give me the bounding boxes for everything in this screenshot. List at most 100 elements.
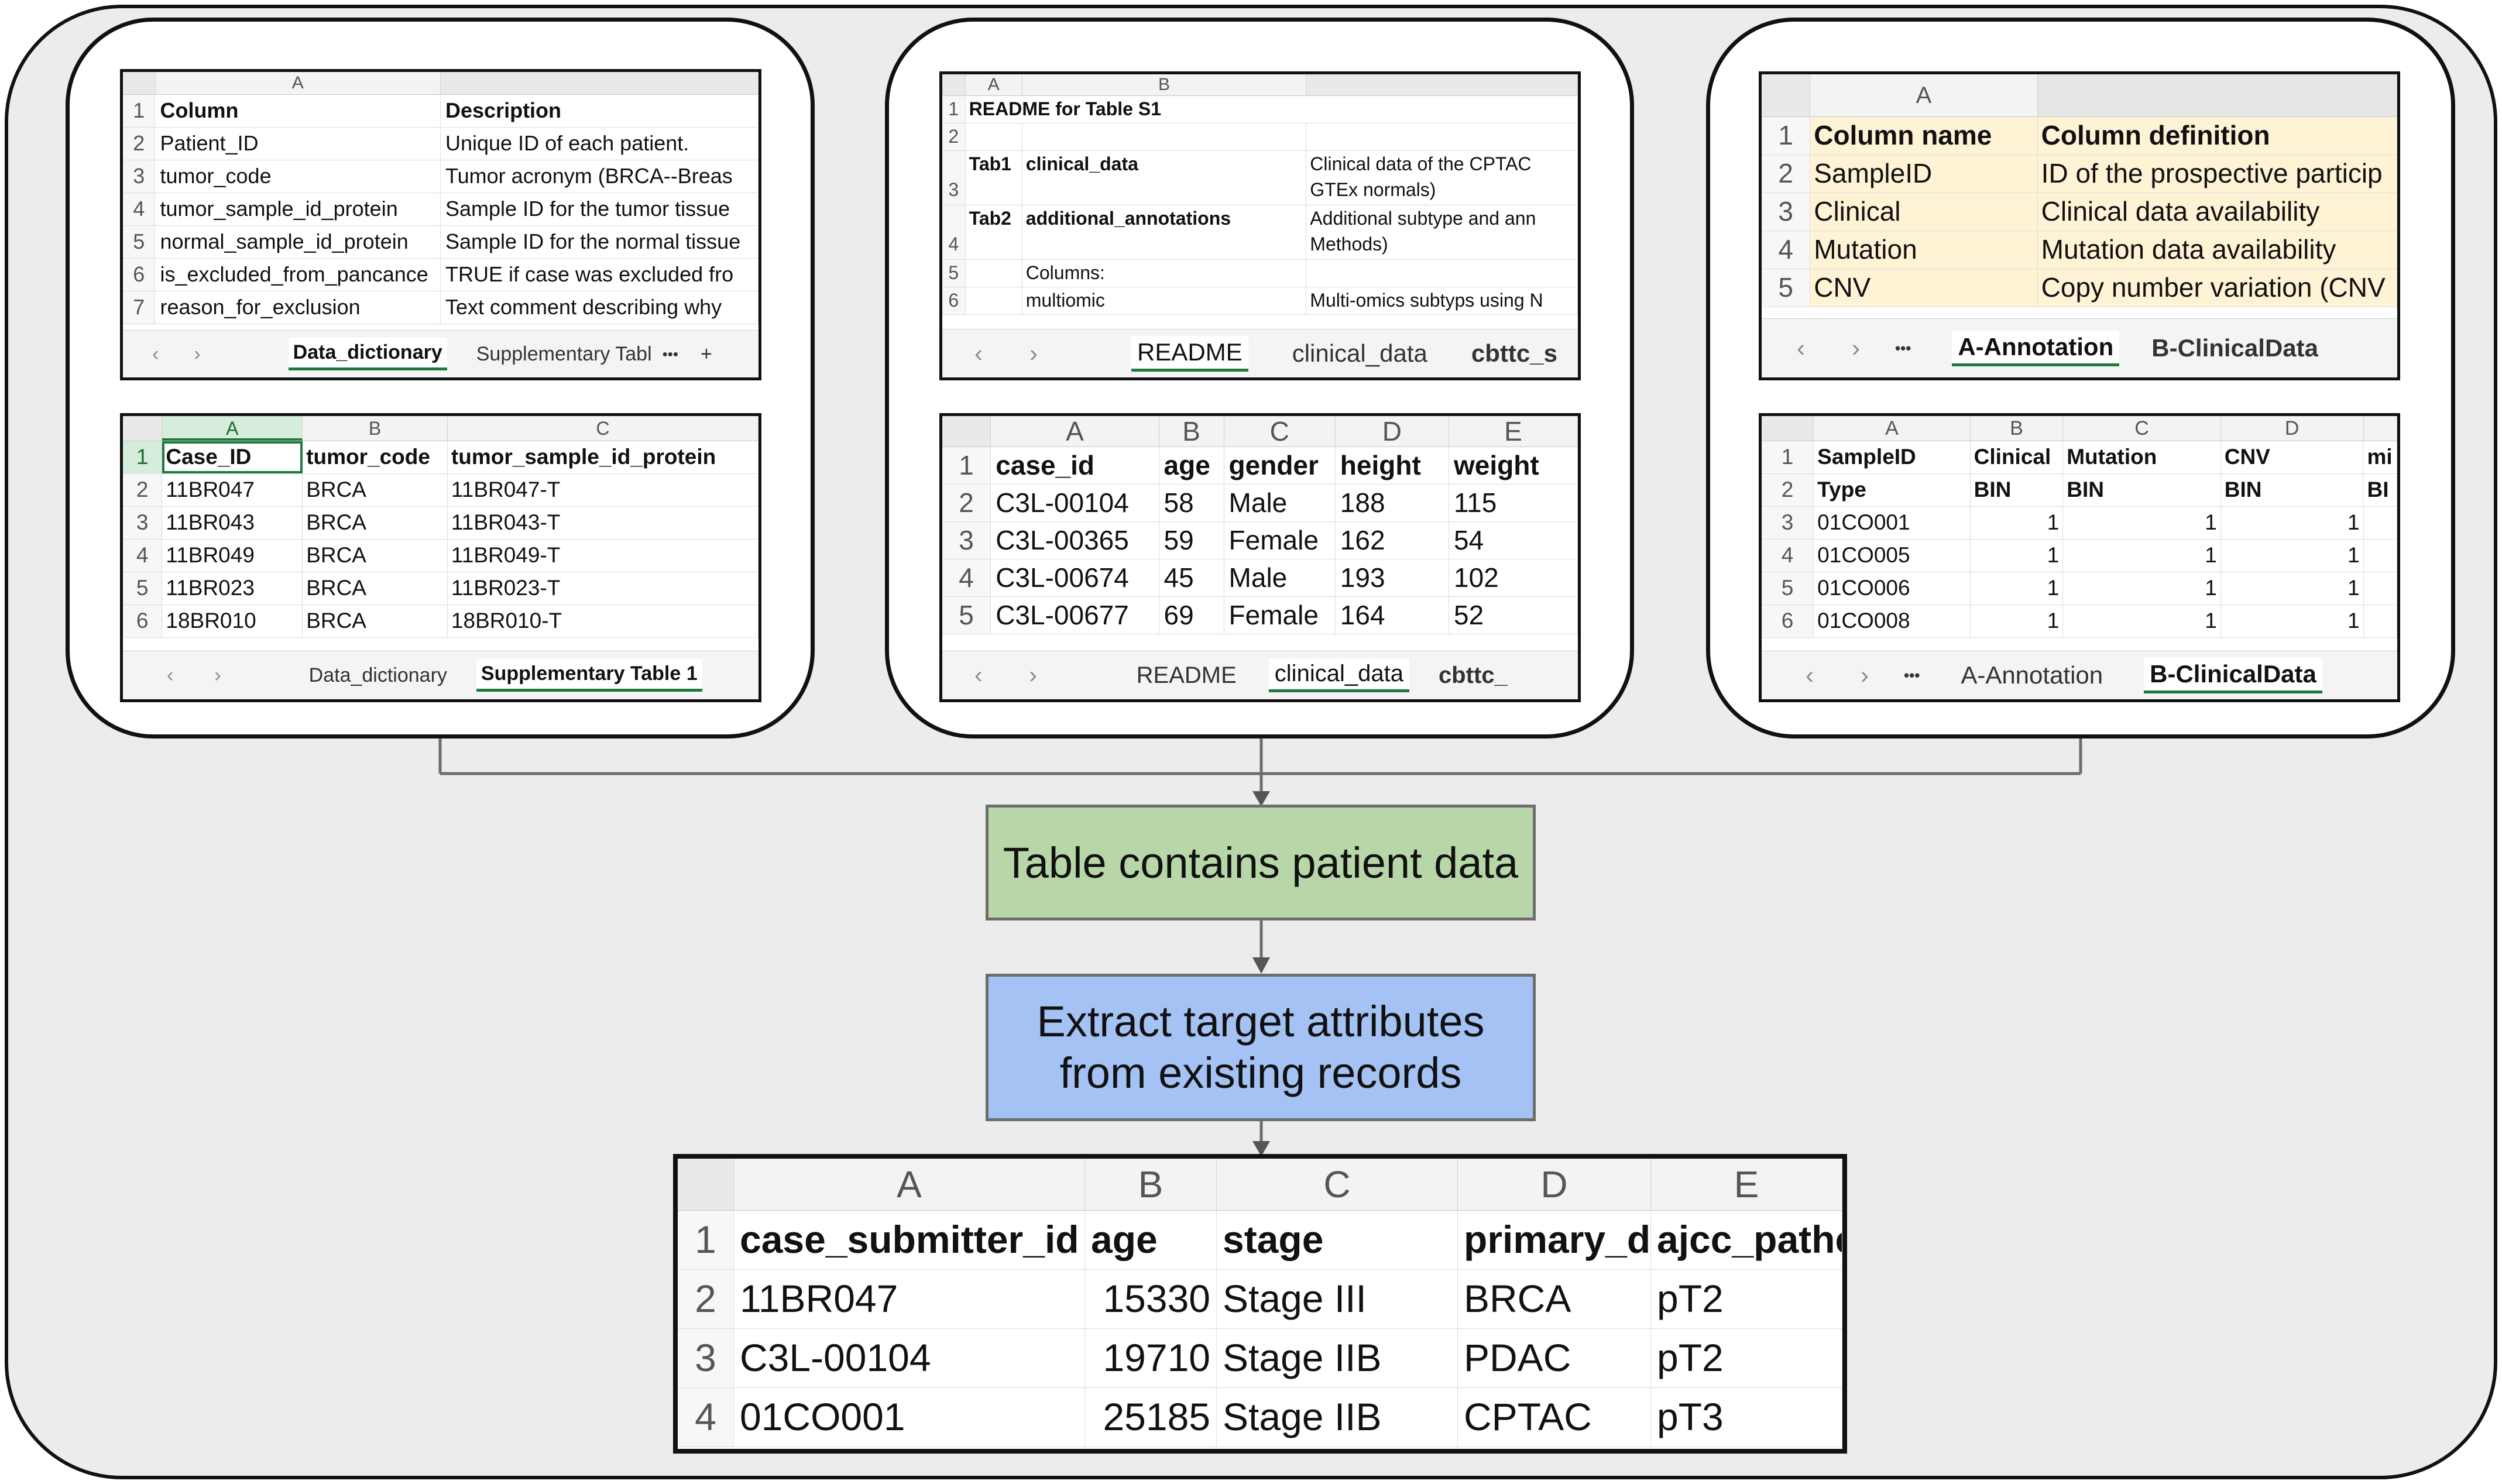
column-header-row: A B C (123, 416, 759, 441)
table-row: 3 C3L-00104 19710 Stage IIB PDAC pT2 (678, 1329, 1842, 1388)
col-letter[interactable]: E (1651, 1159, 1842, 1210)
more-tabs-icon[interactable]: ••• (663, 345, 678, 363)
table-row: 1 case_id age gender height weight (942, 447, 1578, 485)
col-letter[interactable]: A (734, 1159, 1085, 1210)
tab-b-clinicaldata[interactable]: B-ClinicalData (2151, 334, 2318, 362)
table-row: 6 18BR010 BRCA 18BR010-T (123, 605, 759, 638)
table-row: 3 11BR043 BRCA 11BR043-T (123, 507, 759, 540)
tab-readme[interactable]: README (1131, 335, 1248, 372)
table-row: 5 normal_sample_id_protein Sample ID for… (123, 226, 759, 259)
column-header-row: A (1762, 74, 2397, 117)
table-row: 5 01CO006 1 1 1 (1762, 572, 2397, 605)
table-row: 3 tumor_code Tumor acronym (BRCA--Breas (123, 160, 759, 193)
chevron-left-icon[interactable]: ‹ (152, 343, 159, 366)
sheet-tab-bar: ‹ › Data_dictionary Supplementary Table … (123, 651, 759, 699)
col-letter[interactable] (1306, 74, 1578, 95)
col-letter[interactable]: A (991, 416, 1159, 446)
step-label: Table contains patient data (1003, 838, 1519, 887)
tab-cbttc[interactable]: cbttc_ (1439, 662, 1508, 689)
table-row: 2 11BR047 15330 Stage III BRCA pT2 (678, 1270, 1842, 1329)
col-letter[interactable]: C (1217, 1159, 1458, 1210)
column-header-row: A B C D E (942, 416, 1578, 447)
step-box-extract-attributes: Extract target attributes from existing … (986, 974, 1536, 1121)
col-letter[interactable]: A (156, 72, 441, 94)
more-tabs-icon[interactable]: ••• (1904, 667, 1920, 685)
table-row: 6 multiomic Multi-omics subtyps using N (942, 287, 1578, 315)
chevron-right-icon[interactable]: › (1861, 661, 1869, 689)
table-row: 1 Case_ID tumor_code tumor_sample_id_pro… (123, 441, 759, 474)
chevron-right-icon[interactable]: › (1852, 334, 1860, 362)
col-letter[interactable]: B (303, 416, 448, 441)
spreadsheet-annotation: A 1 Column name Column definition 2 Samp… (1759, 71, 2400, 380)
spreadsheet-supplementary-table-1: A B C 1 Case_ID tumor_code tumor_sample_… (120, 413, 761, 702)
tab-clinical-data[interactable]: clinical_data (1292, 339, 1427, 367)
chevron-right-icon[interactable]: › (1029, 339, 1038, 367)
tab-readme[interactable]: README (1137, 662, 1237, 689)
tab-b-clinicaldata[interactable]: B-ClinicalData (2144, 657, 2322, 693)
col-letter[interactable]: E (1449, 416, 1578, 446)
tab-supplementary-table[interactable]: Supplementary Tabl (476, 343, 652, 366)
table-row: 1 SampleID Clinical Mutation CNV mi (1762, 441, 2397, 474)
col-letter[interactable]: B (1022, 74, 1307, 95)
table-row: 2 SampleID ID of the prospective partici… (1762, 155, 2397, 193)
chevron-left-icon[interactable]: ‹ (974, 339, 983, 367)
col-letter[interactable]: A (1810, 74, 2038, 116)
chevron-left-icon[interactable]: ‹ (1806, 661, 1814, 689)
column-header-row: A B (942, 74, 1578, 96)
spreadsheet-result: A B C D E 1 case_submitter_id age stage … (673, 1154, 1847, 1454)
table-row: 1 Column Description (123, 95, 759, 128)
table-row: 2 Patient_ID Unique ID of each patient. (123, 128, 759, 160)
table-row: 4 Mutation Mutation data availability (1762, 231, 2397, 269)
step-box-patient-data: Table contains patient data (986, 805, 1536, 920)
col-letter[interactable]: B (1085, 1159, 1217, 1210)
table-row: 2 (942, 123, 1578, 151)
chevron-left-icon[interactable]: ‹ (974, 662, 982, 689)
table-row: 2 C3L-00104 58 Male 188 115 (942, 485, 1578, 522)
col-letter[interactable]: D (1336, 416, 1450, 446)
tab-supplementary-table-1[interactable]: Supplementary Table 1 (476, 659, 702, 692)
col-letter[interactable]: C (2063, 416, 2221, 441)
spreadsheet-data-dictionary: A 1 Column Description 2 Patient_ID Uniq… (120, 69, 761, 380)
col-letter[interactable]: B (1159, 416, 1224, 446)
col-letter[interactable]: A (162, 416, 303, 441)
col-letter[interactable]: C (448, 416, 759, 441)
col-letter[interactable] (2364, 416, 2397, 441)
chevron-right-icon[interactable]: › (214, 664, 221, 687)
chevron-right-icon[interactable]: › (194, 343, 200, 366)
tab-data-dictionary[interactable]: Data_dictionary (288, 338, 447, 370)
more-tabs-icon[interactable]: ••• (1895, 339, 1911, 358)
col-letter[interactable] (2037, 74, 2397, 116)
chevron-left-icon[interactable]: ‹ (167, 664, 173, 687)
table-row: 5 Columns: (942, 260, 1578, 287)
table-row: 3 Clinical Clinical data availability (1762, 193, 2397, 231)
column-header-row: A B C D (1762, 416, 2397, 441)
column-header-row: A B C D E (678, 1159, 1842, 1211)
table-row: 1 case_submitter_id age stage primary_d … (678, 1211, 1842, 1270)
table-row: 3 Tab1 clinical_data Clinical data of th… (942, 151, 1578, 205)
col-letter[interactable]: C (1224, 416, 1336, 446)
table-row: 2 11BR047 BRCA 11BR047-T (123, 474, 759, 507)
chevron-left-icon[interactable]: ‹ (1797, 334, 1805, 362)
col-letter[interactable] (441, 72, 759, 94)
col-letter[interactable]: A (1814, 416, 1971, 441)
table-row: 5 11BR023 BRCA 11BR023-T (123, 572, 759, 605)
tab-clinical-data[interactable]: clinical_data (1268, 658, 1409, 692)
tab-a-annotation[interactable]: A-Annotation (1952, 330, 2120, 366)
spreadsheet-clinical-data: A B C D E 1 case_id age gender height we… (939, 413, 1581, 702)
table-row: 1 Column name Column definition (1762, 117, 2397, 155)
tab-a-annotation[interactable]: A-Annotation (1961, 661, 2103, 689)
col-letter[interactable]: D (1458, 1159, 1651, 1210)
sheet-tab-bar: ‹ › README clinical_data cbttc_s (942, 329, 1578, 377)
col-letter[interactable]: D (2221, 416, 2364, 441)
col-letter[interactable]: A (966, 74, 1022, 95)
tab-cbttc[interactable]: cbttc_s (1471, 339, 1557, 367)
table-row: 6 is_excluded_from_pancance TRUE if case… (123, 259, 759, 291)
table-row: 4 C3L-00674 45 Male 193 102 (942, 559, 1578, 597)
step-label-line-2: from existing records (1059, 1049, 1462, 1097)
add-sheet-icon[interactable]: + (701, 343, 712, 366)
step-label-line-1: Extract target attributes (1037, 997, 1485, 1046)
chevron-right-icon[interactable]: › (1029, 662, 1037, 689)
col-letter[interactable]: B (1971, 416, 2064, 441)
tab-data-dictionary[interactable]: Data_dictionary (309, 664, 447, 687)
table-row: 2 Type BIN BIN BIN BI (1762, 474, 2397, 507)
